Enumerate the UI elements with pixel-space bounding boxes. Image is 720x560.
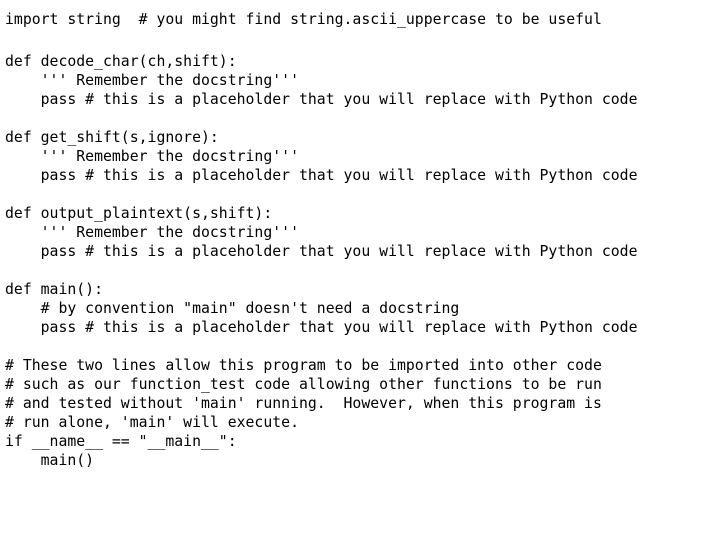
code-line: import string # you might find string.as…	[5, 11, 602, 28]
code-line: ''' Remember the docstring'''	[5, 72, 299, 89]
code-line: def get_shift(s,ignore):	[5, 129, 219, 146]
code-line: main()	[5, 452, 95, 469]
code-line: # such as our function_test code allowin…	[5, 376, 602, 393]
code-line: def main():	[5, 281, 103, 298]
code-line: pass # this is a placeholder that you wi…	[5, 167, 638, 184]
code-listing[interactable]: import string # you might find string.as…	[0, 0, 720, 560]
code-line: # and tested without 'main' running. How…	[5, 395, 602, 412]
code-line: # by convention "main" doesn't need a do…	[5, 300, 460, 317]
code-line: ''' Remember the docstring'''	[5, 224, 299, 241]
code-line: def decode_char(ch,shift):	[5, 53, 237, 70]
code-line: # run alone, 'main' will execute.	[5, 414, 299, 431]
code-line: pass # this is a placeholder that you wi…	[5, 243, 638, 260]
code-line: ''' Remember the docstring'''	[5, 148, 299, 165]
code-line: pass # this is a placeholder that you wi…	[5, 319, 638, 336]
code-line: pass # this is a placeholder that you wi…	[5, 91, 638, 108]
code-line: # These two lines allow this program to …	[5, 357, 602, 374]
code-line: def output_plaintext(s,shift):	[5, 205, 273, 222]
code-line: if __name__ == "__main__":	[5, 433, 237, 450]
